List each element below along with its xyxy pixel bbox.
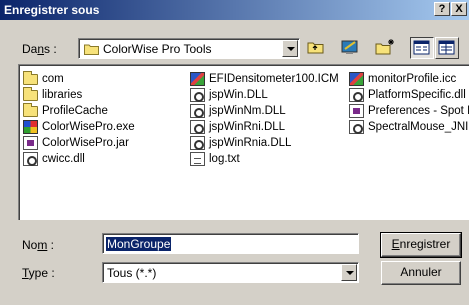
chevron-down-icon[interactable] xyxy=(341,264,357,281)
list-item[interactable]: ColorWisePro.jar xyxy=(23,135,135,151)
file-column-3: monitorProfile.icc PlatformSpecific.dll … xyxy=(349,71,469,135)
up-folder-icon xyxy=(307,42,324,54)
list-item[interactable]: EFIDensitometer100.ICM xyxy=(190,71,339,87)
look-in-dropdown[interactable]: ColorWise Pro Tools xyxy=(78,38,300,59)
icm-icon xyxy=(190,72,205,86)
details-view-icon xyxy=(438,40,455,55)
look-in-label: Dans : xyxy=(22,42,57,56)
file-column-1: com libraries ProfileCache ColorWisePro.… xyxy=(23,71,135,167)
list-item[interactable]: ColorWisePro.exe xyxy=(23,119,135,135)
folder-icon xyxy=(23,103,38,117)
dll-icon xyxy=(349,120,364,134)
list-item[interactable]: log.txt xyxy=(190,151,339,167)
filename-input[interactable]: MonGroupe xyxy=(102,233,359,254)
list-view-button[interactable] xyxy=(410,37,434,59)
help-button[interactable]: ? xyxy=(434,2,450,16)
up-folder-button[interactable] xyxy=(305,37,329,59)
list-item[interactable]: jspWinRnia.DLL xyxy=(190,135,339,151)
save-as-dialog: Enregistrer sous ? X Dans : ColorWise Pr… xyxy=(0,0,469,305)
filetype-dropdown[interactable]: Tous (*.*) xyxy=(102,262,359,283)
file-list[interactable]: com libraries ProfileCache ColorWisePro.… xyxy=(18,64,469,220)
list-item[interactable]: PlatformSpecific.dll xyxy=(349,87,469,103)
list-item[interactable]: libraries xyxy=(23,87,135,103)
list-item[interactable]: SpectralMouse_JNI xyxy=(349,119,469,135)
icm-icon xyxy=(349,72,364,86)
dialog-title: Enregistrer sous xyxy=(4,3,100,17)
dll-icon xyxy=(349,88,364,102)
filename-value: MonGroupe xyxy=(106,237,172,251)
list-item[interactable]: cwicc.dll xyxy=(23,151,135,167)
filetype-label: Type : xyxy=(22,266,55,280)
new-folder-icon xyxy=(375,39,394,55)
cancel-button[interactable]: Annuler xyxy=(381,261,461,285)
folder-icon xyxy=(23,71,38,85)
look-in-value: ColorWise Pro Tools xyxy=(103,42,212,56)
details-view-button[interactable] xyxy=(435,37,459,59)
folder-icon xyxy=(23,87,38,101)
save-button[interactable]: Enregistrer xyxy=(380,232,462,258)
help-icon: ? xyxy=(438,3,446,15)
desktop-button[interactable] xyxy=(339,37,363,59)
dll-icon xyxy=(190,88,205,102)
list-item[interactable]: com xyxy=(23,71,135,87)
dll-icon xyxy=(23,152,38,166)
exe-icon xyxy=(23,120,38,134)
desktop-icon xyxy=(341,40,358,54)
filename-label: Nom : xyxy=(22,238,55,252)
close-button[interactable]: X xyxy=(451,2,467,16)
close-icon: X xyxy=(455,3,463,15)
title-bar: Enregistrer sous ? X xyxy=(0,0,469,20)
dll-icon xyxy=(190,104,205,118)
list-item[interactable]: jspWinNm.DLL xyxy=(190,103,339,119)
list-view-icon xyxy=(413,40,430,55)
text-file-icon xyxy=(190,152,205,166)
list-item[interactable]: jspWin.DLL xyxy=(190,87,339,103)
dll-icon xyxy=(190,120,205,134)
jar-icon xyxy=(349,104,364,118)
list-item[interactable]: jspWinRni.DLL xyxy=(190,119,339,135)
jar-icon xyxy=(23,136,38,150)
dll-icon xyxy=(190,136,205,150)
folder-icon xyxy=(84,43,99,55)
list-item[interactable]: monitorProfile.icc xyxy=(349,71,469,87)
chevron-down-icon[interactable] xyxy=(282,40,298,57)
list-item[interactable]: Preferences - Spot E xyxy=(349,103,469,119)
list-item[interactable]: ProfileCache xyxy=(23,103,135,119)
filetype-value: Tous (*.*) xyxy=(107,266,157,280)
new-folder-button[interactable] xyxy=(374,37,398,59)
file-column-2: EFIDensitometer100.ICM jspWin.DLL jspWin… xyxy=(190,71,339,167)
